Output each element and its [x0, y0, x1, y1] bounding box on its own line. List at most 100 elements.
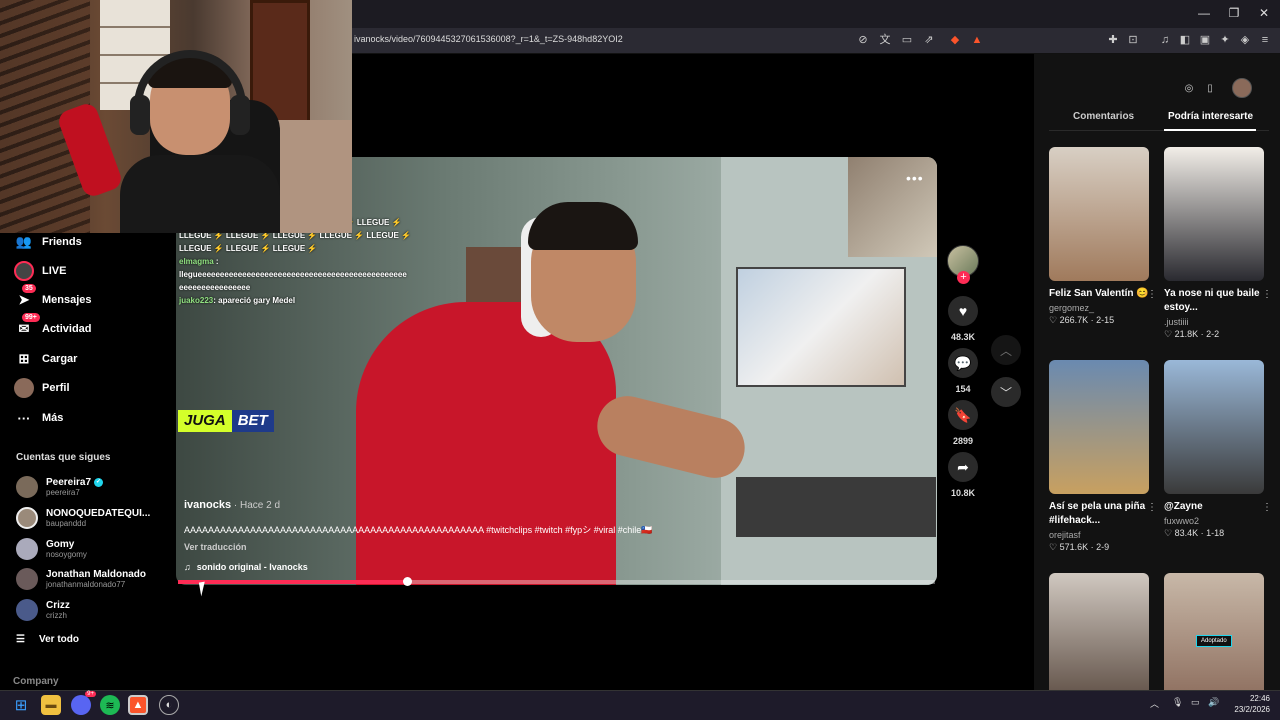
progress-thumb[interactable]	[402, 577, 412, 586]
music-icon[interactable]: ♫	[1158, 33, 1172, 47]
minimize-button[interactable]: —	[1194, 6, 1214, 20]
microphone-icon[interactable]: 🎙	[1172, 697, 1183, 708]
see-translation-button[interactable]: Ver traducción	[184, 542, 247, 552]
card-title: Feliz San Valentín 😊	[1049, 288, 1149, 299]
brave-shield-icon[interactable]: ◆	[948, 33, 962, 47]
sidebar-item-label: Friends	[42, 236, 82, 248]
account-name: NONOQUEDATEQUI...	[46, 508, 151, 519]
card-more-icon[interactable]: ⋮	[1147, 502, 1157, 513]
tab-recommended[interactable]: Podría interesarte	[1168, 111, 1253, 122]
sidebar-item-label: Cargar	[42, 353, 78, 365]
like-button[interactable]: ♥	[948, 296, 978, 326]
video-thumbnail[interactable]	[1049, 360, 1149, 494]
video-thumbnail[interactable]	[1164, 360, 1264, 494]
sound-link[interactable]: ♫ sonido original - Ivanocks	[184, 562, 308, 572]
recommended-video-card[interactable]: Así se pela una piña #lifehack... orejita…	[1049, 360, 1157, 553]
wallet-icon[interactable]: ▣	[1198, 33, 1212, 47]
video-thumbnail[interactable]	[1049, 573, 1149, 707]
sidebar-item-label: Mensajes	[42, 294, 92, 306]
video-thumbnail[interactable]	[1049, 147, 1149, 281]
card-more-icon[interactable]: ⋮	[1262, 502, 1272, 513]
recommended-video-card[interactable]: Ya nose ni que baile estoy... .justiiii ♡ …	[1164, 147, 1272, 340]
sidebar-item-label: Perfil	[42, 382, 70, 394]
followed-account[interactable]: Peereira7 ✓ peereira7	[16, 476, 104, 498]
video-thumbnail[interactable]: Adoptado	[1164, 573, 1264, 707]
volume-icon[interactable]: 🔊	[1208, 697, 1219, 708]
author-name: ivanocks	[184, 499, 232, 511]
brave-browser-icon[interactable]: ▲	[128, 695, 148, 715]
card-username[interactable]: fuxwwo2	[1164, 516, 1264, 526]
follow-plus-icon[interactable]: +	[957, 271, 970, 284]
see-all-label: Ver todo	[38, 634, 79, 645]
sidebar-item-messages[interactable]: ➤ 35 Mensajes	[14, 284, 92, 311]
video-author[interactable]: ivanocks · Hace 2 d	[184, 499, 280, 511]
followed-account[interactable]: NONOQUEDATEQUI... baupanddd	[16, 507, 150, 529]
obs-icon[interactable]: ◐	[159, 695, 179, 715]
followed-account[interactable]: Crizz crizzh	[16, 599, 70, 621]
sidebar-item-activity[interactable]: ✉ 99+ Actividad	[14, 313, 92, 340]
card-title: Así se pela una piña #lifehack...	[1049, 501, 1146, 526]
sidebar-icon[interactable]: ◧	[1178, 33, 1192, 47]
friends-icon: 👥	[15, 234, 33, 249]
like-count: 48.3K	[950, 332, 976, 342]
block-icon[interactable]: ⊘	[856, 33, 870, 47]
card-username[interactable]: gergomez_	[1049, 303, 1149, 313]
ai-icon[interactable]: ✦	[1218, 33, 1232, 47]
video-more-button[interactable]: •••	[906, 170, 924, 186]
url-field[interactable]: ivanocks/video/7609445327061536008?_r=1&…	[354, 34, 623, 44]
next-video-button[interactable]: ﹀	[991, 377, 1021, 407]
company-link[interactable]: Company	[13, 676, 59, 687]
screenshot-icon[interactable]: ⊡	[1126, 33, 1140, 47]
recommended-video-card[interactable]	[1049, 573, 1149, 707]
card-more-icon[interactable]: ⋮	[1262, 289, 1272, 300]
sponsor-logo: JUGA BET	[178, 410, 274, 432]
sidebar-item-more[interactable]: ··· Más	[14, 407, 64, 429]
share-button[interactable]: ➦	[948, 452, 978, 482]
menu-icon[interactable]: ≡	[1258, 33, 1272, 47]
compass-icon[interactable]: ◎	[1179, 78, 1199, 98]
chevron-up-icon[interactable]: ︿	[1150, 697, 1159, 710]
card-more-icon[interactable]: ⋮	[1147, 289, 1157, 300]
upload-icon: ⊞	[18, 351, 30, 366]
extensions-icon[interactable]: ✚	[1106, 33, 1120, 47]
comment-button[interactable]: 💬	[948, 348, 978, 378]
profile-icon	[14, 378, 34, 398]
card-username[interactable]: orejitasf	[1049, 530, 1149, 540]
save-count: 2899	[952, 436, 974, 446]
sidebar-item-live[interactable]: LIVE	[14, 260, 66, 282]
recommended-video-card[interactable]: Feliz San Valentín 😊 gergomez_ ♡ 266.7K · …	[1049, 147, 1157, 326]
phone-icon[interactable]: ▯	[1200, 78, 1220, 98]
recommended-video-card[interactable]: @Zayne fuxwwo2 ♡ 83.4K · 1-18 ⋮	[1164, 360, 1272, 539]
recommended-video-card[interactable]: Adoptado	[1164, 573, 1264, 707]
system-clock[interactable]: 22:46 23/2/2026	[1226, 693, 1270, 715]
vpn-icon[interactable]: ◈	[1238, 33, 1252, 47]
share-icon[interactable]: ⇗	[922, 33, 936, 47]
webcam-body	[120, 155, 280, 233]
file-explorer-icon[interactable]: ▬	[41, 695, 61, 715]
sidebar-item-upload[interactable]: ⊞ Cargar	[14, 348, 78, 370]
card-username[interactable]: .justiiii	[1164, 317, 1264, 327]
following-title: Cuentas que sigues	[16, 452, 111, 463]
tab-comments[interactable]: Comentarios	[1073, 111, 1134, 122]
sidebar-item-profile[interactable]: Perfil	[14, 377, 70, 399]
discord-icon[interactable]: 9+	[71, 691, 96, 715]
close-button[interactable]: ✕	[1254, 6, 1274, 20]
rewards-icon[interactable]: ▲	[970, 33, 984, 47]
messages-badge: 35	[22, 284, 36, 293]
restore-button[interactable]: ❐	[1224, 6, 1244, 20]
spotify-icon[interactable]: ≋	[100, 695, 120, 715]
translate-icon[interactable]: 文	[878, 33, 892, 47]
video-progress-bar[interactable]	[178, 577, 935, 586]
windows-start-icon[interactable]: ⊞	[11, 695, 31, 715]
followed-account[interactable]: Gomy nosoygomy	[16, 538, 87, 560]
reader-icon[interactable]: ▭	[900, 33, 914, 47]
see-all-button[interactable]: ☰ Ver todo	[16, 634, 79, 645]
save-button[interactable]: 🔖	[948, 400, 978, 430]
video-thumbnail[interactable]	[1164, 147, 1264, 281]
user-avatar[interactable]	[1232, 78, 1252, 98]
video-frame-poster	[736, 267, 906, 387]
sidebar-item-friends[interactable]: 👥 Friends	[14, 231, 82, 253]
previous-video-button[interactable]: ︿	[991, 335, 1021, 365]
network-icon[interactable]: ▭	[1191, 697, 1200, 708]
followed-account[interactable]: Jonathan Maldonado jonathanmaldonado77	[16, 568, 146, 590]
